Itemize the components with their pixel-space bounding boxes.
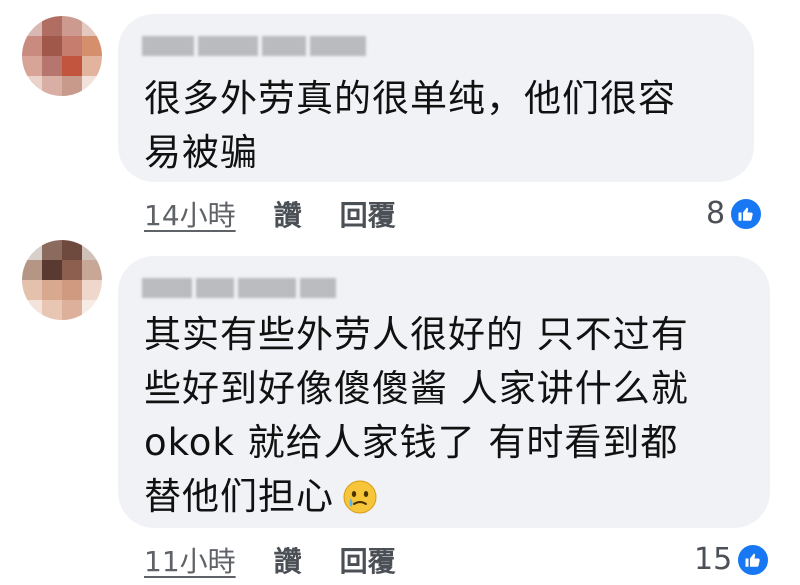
reaction-count: 8 — [706, 196, 726, 231]
comment-bubble: 很多外劳真的很单纯，他们很容 易被骗 — [118, 14, 754, 182]
commenter-name[interactable] — [142, 36, 366, 56]
face-holding-back-tears-icon — [342, 476, 378, 514]
thumbs-up-icon — [736, 542, 771, 577]
reaction-count: 15 — [694, 542, 733, 577]
like-button[interactable]: 讚 — [274, 194, 302, 234]
comment-bubble: 其实有些外劳人很好的 只不过有 些好到好像傻傻酱 人家讲什么就 okok 就给人… — [118, 256, 770, 528]
avatar[interactable] — [22, 16, 102, 96]
comment-meta: 11小時 讚 回覆 — [144, 540, 396, 580]
comment-meta: 14小時 讚 回覆 — [144, 194, 396, 234]
reaction-summary[interactable]: 8 — [706, 196, 764, 231]
comment-text: 很多外劳真的很单纯，他们很容 易被骗 — [144, 77, 676, 174]
reply-button[interactable]: 回覆 — [340, 540, 396, 580]
reaction-summary[interactable]: 15 — [694, 542, 771, 577]
thumbs-up-icon — [729, 196, 764, 231]
avatar[interactable] — [22, 240, 102, 320]
comment-text: 其实有些外劳人很好的 只不过有 些好到好像傻傻酱 人家讲什么就 okok 就给人… — [144, 313, 689, 518]
commenter-name[interactable] — [142, 278, 336, 298]
like-button[interactable]: 讚 — [274, 540, 302, 580]
timestamp-link[interactable]: 14小時 — [144, 194, 236, 234]
timestamp-link[interactable]: 11小時 — [144, 540, 236, 580]
reply-button[interactable]: 回覆 — [340, 194, 396, 234]
